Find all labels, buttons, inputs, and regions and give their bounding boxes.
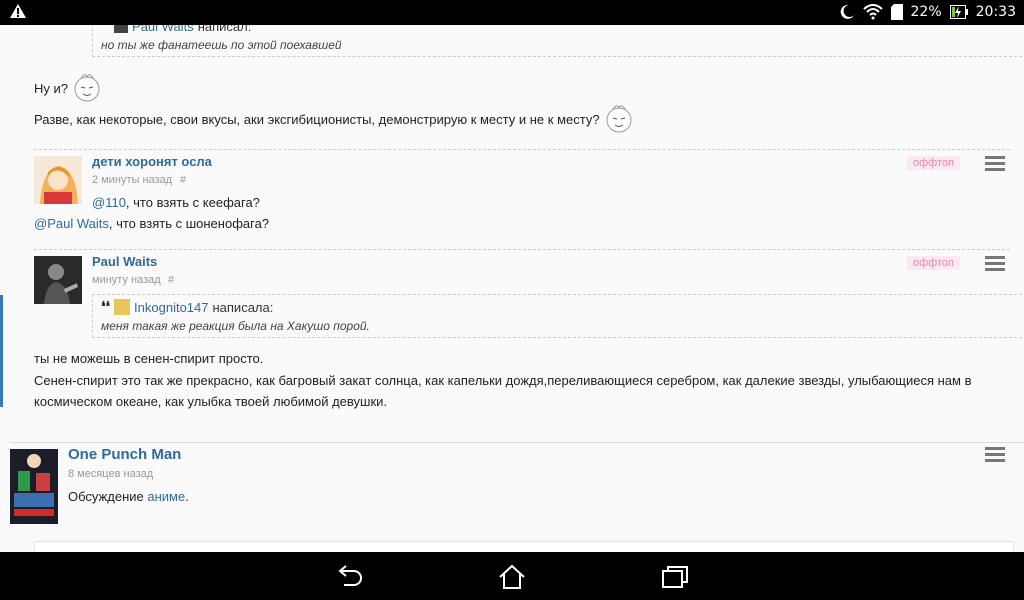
anime-link[interactable]: аниме — [147, 489, 185, 504]
comment-separator — [34, 249, 1010, 250]
comment-permalink[interactable]: # — [168, 274, 174, 286]
smiley-icon — [606, 105, 632, 133]
topic-title-link[interactable]: One Punch Man — [68, 446, 181, 463]
section-divider — [10, 442, 1024, 443]
thread-indicator — [0, 295, 3, 407]
offtopic-badge: оффтоп — [907, 156, 960, 170]
comment-menu-button[interactable] — [985, 447, 1005, 463]
back-icon[interactable] — [336, 564, 364, 590]
offtopic-badge: оффтоп — [907, 256, 960, 270]
comment-timestamp[interactable]: 8 месяцев назад — [68, 468, 153, 480]
battery-percent: 22% — [910, 4, 942, 20]
quote-mark-icon: ❛❛ — [101, 25, 111, 34]
comment-text: , что взять с шоненофага? — [108, 216, 270, 231]
clock: 20:33 — [975, 4, 1016, 20]
comment-line: @110, что взять с кеефага? — [92, 195, 260, 210]
comment-text: , что взять с кеефага? — [125, 195, 260, 210]
anime-poster[interactable] — [10, 449, 58, 524]
reply-line: Ну и? — [34, 72, 102, 104]
quote-verb: написала: — [212, 299, 274, 315]
navigation-bar — [0, 552, 1024, 600]
recent-apps-icon[interactable] — [661, 564, 689, 590]
quote-text: но ты же фанатеешь по этой поехавшей — [101, 38, 342, 52]
quote-text: меня такая же реакция была на Хакушо пор… — [101, 319, 370, 333]
mention-link[interactable]: @Paul Waits — [34, 216, 109, 231]
home-icon[interactable] — [498, 564, 526, 590]
comment-timestamp[interactable]: 2 минуты назад — [92, 174, 172, 186]
quote-mark-icon: ❛❛ — [101, 299, 111, 315]
comment-text: Сенен-спирит это так же прекрасно, как б… — [34, 373, 972, 388]
comment-line: @Paul Waits, что взять с шоненофага? — [34, 216, 269, 231]
comment-line: Обсуждение аниме. — [68, 489, 189, 504]
user-avatar[interactable] — [34, 156, 82, 204]
moon-icon — [840, 4, 854, 19]
sd-card-icon — [890, 4, 903, 20]
status-bar: 22% 20:33 — [0, 0, 1024, 25]
comment-text: космическом океане, как улыбка твоей люб… — [34, 394, 387, 409]
battery-charging-icon — [949, 5, 968, 19]
reply-text: Ну и? — [34, 80, 68, 96]
comment-separator — [34, 149, 1010, 150]
comment-author-link[interactable]: Paul Waits — [92, 254, 157, 269]
comments-page[interactable]: ❛❛ Paul Waits написал: но ты же фанатееш… — [0, 25, 1024, 552]
reply-box[interactable] — [34, 541, 1014, 552]
quote-author-link[interactable]: Inkognito147 — [134, 300, 208, 315]
comment-menu-button[interactable] — [985, 156, 1005, 172]
quote-block: ❛❛ Paul Waits написал: но ты же фанатееш… — [92, 25, 1024, 57]
comment-timestamp[interactable]: минуту назад — [92, 274, 161, 286]
smiley-icon — [74, 74, 100, 102]
comment-author-link[interactable]: дети хоронят осла — [92, 154, 212, 169]
comment-permalink[interactable]: # — [180, 174, 186, 186]
quote-author-link[interactable]: Paul Waits — [132, 25, 194, 34]
reply-line: Разве, как некоторые, свои вкусы, аки эк… — [34, 103, 634, 135]
quote-verb: написал: — [197, 25, 252, 34]
user-avatar[interactable] — [34, 256, 82, 304]
quote-block: ❛❛ Inkognito147 написала: меня такая же … — [92, 294, 1024, 338]
comment-text: ты не можешь в сенен-спирит просто. — [34, 351, 264, 366]
warning-icon — [10, 4, 26, 18]
wifi-icon — [862, 4, 883, 20]
comment-menu-button[interactable] — [985, 256, 1005, 272]
mention-link[interactable]: @110 — [92, 195, 126, 210]
reply-text: Разве, как некоторые, свои вкусы, аки эк… — [34, 111, 600, 127]
comment-text: . — [185, 489, 189, 504]
quote-avatar — [114, 299, 131, 315]
comment-text: Обсуждение — [68, 489, 148, 504]
quote-avatar — [114, 25, 129, 33]
